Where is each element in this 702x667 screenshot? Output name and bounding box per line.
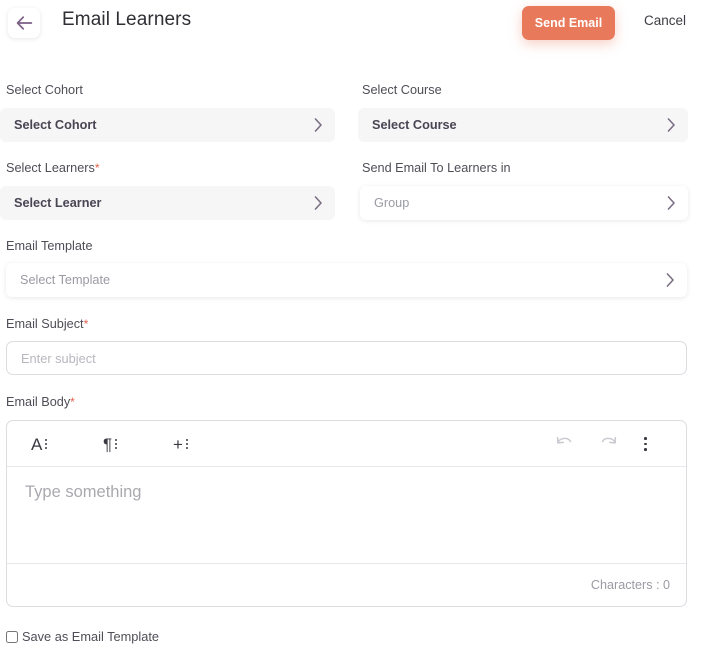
select-course-value: Select Course [372, 118, 457, 132]
text-style-button[interactable]: A [31, 432, 48, 456]
chevron-right-icon [314, 196, 323, 210]
insert-button[interactable]: + [173, 432, 188, 456]
font-size-icon: A [31, 434, 43, 454]
select-course-label: Select Course [362, 83, 442, 97]
send-email-button[interactable]: Send Email [522, 6, 615, 40]
required-asterisk: * [94, 161, 100, 175]
send-to-label: Send Email To Learners in [362, 161, 511, 175]
email-body-label: Email Body* [6, 395, 75, 409]
email-template-dropdown[interactable]: Select Template [6, 263, 687, 297]
select-learners-label: Select Learners* [6, 161, 100, 175]
undo-button[interactable] [555, 433, 575, 455]
cancel-button[interactable]: Cancel [644, 13, 686, 28]
redo-icon [598, 434, 618, 455]
required-asterisk: * [83, 317, 89, 331]
email-template-value: Select Template [20, 273, 111, 287]
chevron-dots-icon [115, 439, 118, 449]
page-header: Email Learners Send Email Cancel [0, 0, 702, 46]
plus-icon: + [173, 434, 183, 454]
editor-toolbar: A ¶ + [7, 421, 686, 467]
save-as-template-checkbox[interactable] [6, 630, 18, 643]
select-cohort-label: Select Cohort [6, 83, 83, 97]
select-learner-value: Select Learner [14, 196, 102, 210]
send-to-group-dropdown[interactable]: Group [360, 186, 688, 220]
save-as-template-label[interactable]: Save as Email Template [22, 629, 159, 644]
editor-more-button[interactable] [644, 433, 647, 455]
email-subject-input[interactable] [6, 341, 687, 375]
page-title: Email Learners [62, 9, 192, 30]
select-cohort-value: Select Cohort [14, 118, 97, 132]
chevron-right-icon [666, 273, 675, 287]
paragraph-style-button[interactable]: ¶ [103, 432, 118, 456]
back-button[interactable] [8, 8, 40, 38]
email-body-editor: A ¶ + Type something Characters: 0 [6, 420, 687, 607]
chevron-right-icon [314, 118, 323, 132]
select-learner-dropdown[interactable]: Select Learner [0, 186, 335, 220]
pilcrow-icon: ¶ [103, 434, 113, 454]
chevron-right-icon [667, 196, 676, 210]
more-vertical-icon [644, 437, 647, 451]
email-subject-label: Email Subject* [6, 317, 89, 331]
send-to-value: Group [374, 196, 410, 210]
chevron-right-icon [667, 118, 676, 132]
email-body-input[interactable]: Type something [7, 467, 686, 563]
select-course-dropdown[interactable]: Select Course [358, 108, 688, 142]
email-body-placeholder: Type something [25, 483, 142, 501]
character-count: Characters : 0 [590, 578, 670, 592]
email-template-label: Email Template [6, 239, 93, 253]
save-as-template-row: Save as Email Template [6, 629, 159, 644]
required-asterisk: * [70, 395, 75, 409]
select-cohort-dropdown[interactable]: Select Cohort [0, 108, 335, 142]
redo-button[interactable] [598, 433, 618, 455]
arrow-left-icon [16, 16, 33, 30]
editor-footer: Characters : 0 [7, 563, 686, 606]
chevron-dots-icon [185, 439, 188, 449]
chevron-dots-icon [45, 439, 48, 449]
undo-icon [555, 434, 575, 455]
